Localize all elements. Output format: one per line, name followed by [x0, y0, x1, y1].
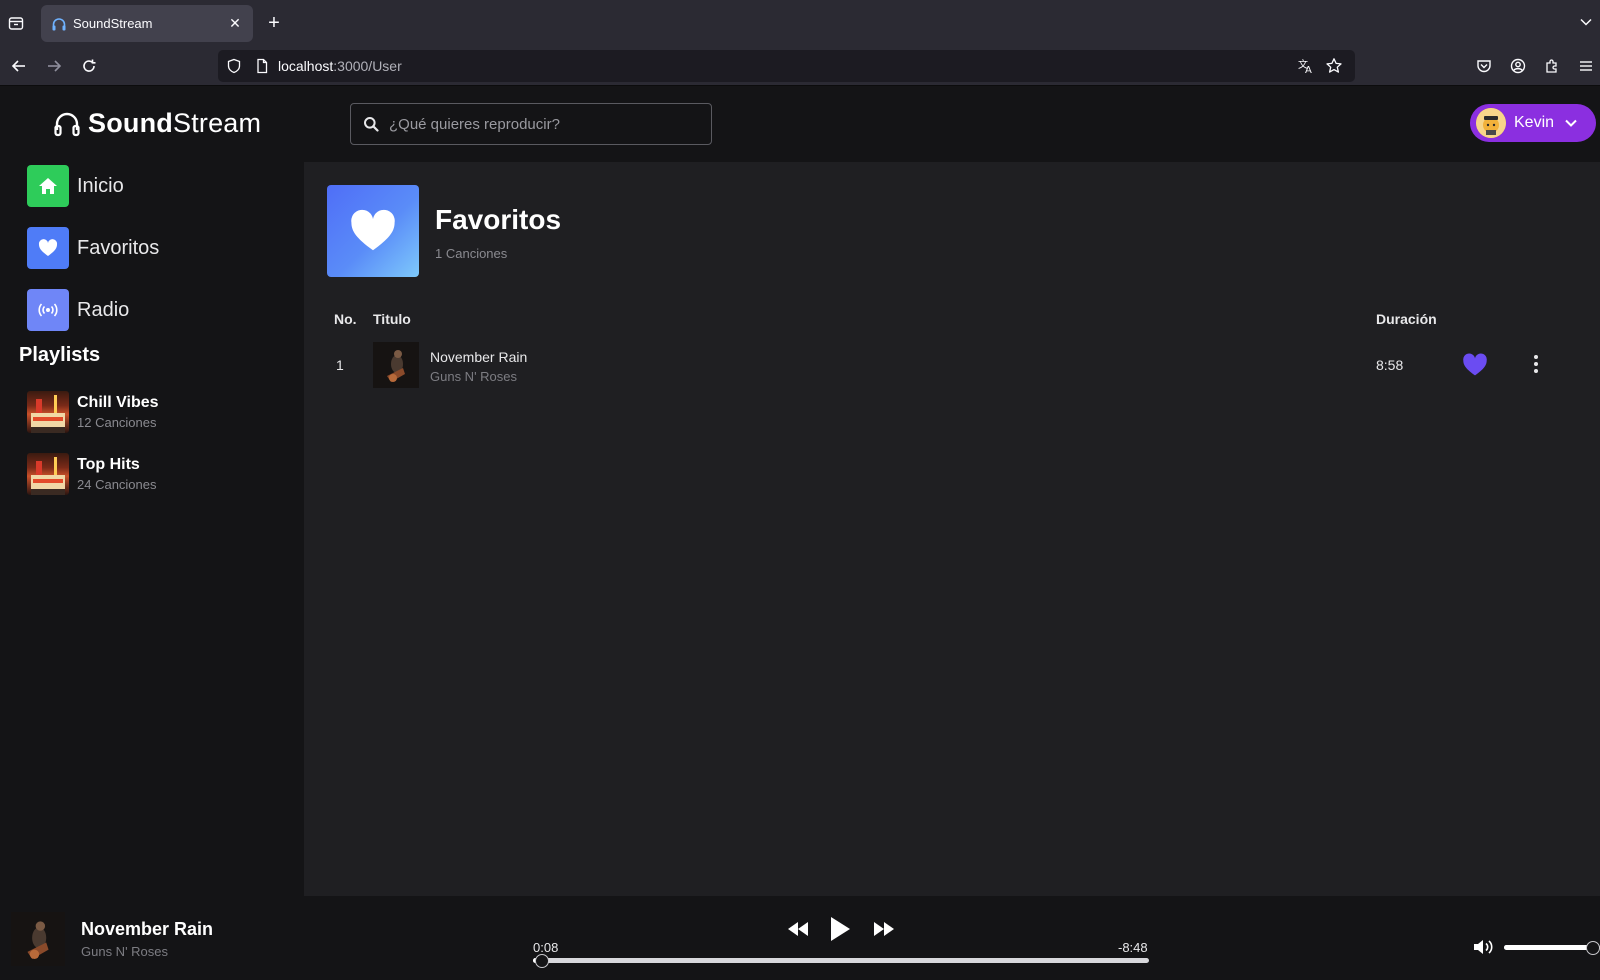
more-options-icon[interactable]: [1526, 352, 1546, 376]
player-bar: November Rain Guns N' Roses 0:08 -8:48: [0, 896, 1600, 980]
url-text[interactable]: localhost:3000/User: [278, 58, 402, 74]
user-name: Kevin: [1514, 114, 1555, 131]
volume-handle[interactable]: [1586, 941, 1600, 955]
extensions-icon[interactable]: [1542, 56, 1562, 76]
sidebar-item-favoritos[interactable]: Favoritos: [27, 227, 159, 269]
pocket-icon[interactable]: [1474, 56, 1494, 76]
top-bar: Kevin: [304, 86, 1600, 162]
now-playing-artist: Guns N' Roses: [81, 944, 169, 959]
logo-bold: Sound: [88, 108, 173, 138]
chevron-down-icon[interactable]: [1578, 14, 1594, 30]
rewind-icon[interactable]: [786, 918, 810, 940]
new-tab-icon[interactable]: +: [264, 13, 284, 33]
chevron-down-icon: [1564, 116, 1578, 130]
account-icon[interactable]: [1508, 56, 1528, 76]
sidebar-item-inicio[interactable]: Inicio: [27, 165, 124, 207]
sidebar-item-label: Radio: [77, 298, 130, 321]
app-logo-text: SoundStream: [88, 108, 261, 139]
track-cover: [373, 342, 419, 388]
volume-icon[interactable]: [1473, 938, 1495, 956]
liked-heart-icon[interactable]: [1462, 353, 1488, 377]
svg-text:A: A: [1305, 65, 1312, 75]
table-row[interactable]: 1 November Rain Guns N' Roses 8:58: [334, 340, 1564, 390]
favorites-cover: [327, 185, 419, 277]
logo-light: Stream: [172, 108, 262, 138]
app-root: SoundStream Inicio Favoritos Radio Playl…: [0, 86, 1600, 980]
track-number: 1: [336, 357, 344, 373]
current-time: 0:08: [533, 940, 559, 955]
sidebar: SoundStream Inicio Favoritos Radio Playl…: [0, 86, 304, 896]
playlist-name: Chill Vibes: [77, 394, 159, 411]
heart-icon: [27, 227, 69, 269]
playlist-cover: [27, 453, 69, 495]
playlist-item[interactable]: Top Hits 24 Canciones: [27, 453, 157, 495]
search-input[interactable]: [389, 115, 689, 133]
tab-list-icon[interactable]: [6, 13, 26, 33]
sidebar-item-label: Favoritos: [77, 236, 160, 259]
track-artist[interactable]: Guns N' Roses: [430, 369, 517, 384]
headphones-favicon-icon: [51, 16, 67, 32]
user-menu-button[interactable]: Kevin: [1470, 104, 1596, 142]
progress-handle[interactable]: [535, 954, 550, 968]
url-path: :3000/User: [333, 58, 402, 74]
playlist-name: Top Hits: [77, 456, 140, 473]
forward-icon[interactable]: [42, 54, 66, 78]
menu-icon[interactable]: [1576, 56, 1596, 76]
column-header-title: Titulo: [373, 311, 411, 327]
track-duration: 8:58: [1376, 357, 1404, 373]
browser-tab[interactable]: SoundStream ✕: [41, 5, 253, 42]
heart-icon: [351, 209, 395, 251]
song-count: 1 Canciones: [435, 246, 508, 261]
playlist-count: 12 Canciones: [77, 415, 157, 430]
page-icon: [254, 58, 270, 74]
now-playing-title: November Rain: [81, 919, 214, 939]
app-logo[interactable]: SoundStream: [52, 108, 261, 139]
bookmark-star-icon[interactable]: [1325, 57, 1343, 75]
url-bar[interactable]: localhost:3000/User 文A: [218, 50, 1355, 82]
avatar: [1476, 108, 1506, 138]
headphones-icon: [52, 109, 82, 139]
search-icon: [363, 116, 379, 132]
home-icon: [27, 165, 69, 207]
search-box[interactable]: [350, 103, 712, 145]
column-header-duration: Duración: [1376, 311, 1437, 327]
radio-icon: [27, 289, 69, 331]
now-playing-cover: [11, 912, 65, 966]
sidebar-item-label: Inicio: [77, 174, 124, 197]
column-header-no: No.: [334, 311, 357, 327]
playlist-count: 24 Canciones: [77, 477, 157, 492]
main-content: Kevin Favoritos 1 Canciones No. Titulo D…: [304, 86, 1600, 896]
volume-slider[interactable]: [1504, 941, 1600, 955]
playlist-item[interactable]: Chill Vibes 12 Canciones: [27, 391, 159, 433]
url-host: localhost: [278, 58, 334, 74]
playlist-cover: [27, 391, 69, 433]
fast-forward-icon[interactable]: [872, 918, 896, 940]
tab-title: SoundStream: [73, 16, 153, 31]
progress-bar[interactable]: [533, 954, 1149, 968]
close-tab-icon[interactable]: ✕: [227, 15, 243, 32]
browser-nav-bar: localhost:3000/User 文A: [0, 46, 1600, 86]
back-icon[interactable]: [7, 54, 31, 78]
track-title[interactable]: November Rain: [430, 349, 527, 365]
playlists-heading: Playlists: [19, 344, 101, 366]
remaining-time: -8:48: [1118, 940, 1148, 955]
translate-icon[interactable]: 文A: [1297, 57, 1315, 76]
sidebar-item-radio[interactable]: Radio: [27, 289, 129, 331]
browser-tab-bar: SoundStream ✕ +: [0, 0, 1600, 46]
shield-icon[interactable]: [226, 58, 242, 74]
page-title: Favoritos: [435, 204, 562, 235]
reload-icon[interactable]: [77, 54, 101, 78]
play-icon[interactable]: [828, 916, 852, 942]
